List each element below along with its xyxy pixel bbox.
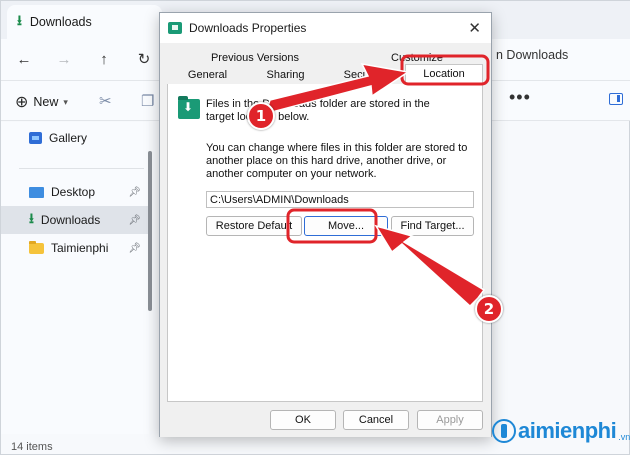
watermark-suffix: .vn [618,432,630,442]
gallery-icon [29,132,42,144]
sidebar-item-desktop[interactable]: Desktop 📌︎ [1,178,149,206]
plus-icon: ⊕ [15,94,29,111]
sidebar-item-label: Downloads [40,213,101,227]
taimienphi-logo-icon [492,419,516,443]
location-path-field[interactable] [206,191,474,208]
sidebar-divider [19,168,144,169]
sidebar-item-label: Gallery [49,131,88,145]
back-arrow-icon[interactable]: ← [11,47,37,73]
desktop-icon [29,186,44,198]
new-button[interactable]: ⊕ New ▾ [15,92,68,112]
folder-icon [29,240,44,254]
location-tab-panel: Files in the Downloads folder are stored… [167,84,483,402]
tab-general[interactable]: General [170,67,245,84]
new-button-label: New [33,95,59,109]
move-button[interactable]: Move... [304,216,388,236]
location-info-text: Files in the Downloads folder are stored… [206,98,430,123]
tab-location[interactable]: Location [405,64,483,84]
status-item-count: 14 items [11,441,53,453]
folder-icon [168,22,182,34]
explorer-tab[interactable]: ⭳ Downloads [7,5,162,39]
properties-dialog: Downloads Properties ✕ Previous Versions… [159,12,492,437]
chevron-down-icon: ▾ [63,96,68,107]
tab-security[interactable]: Security [326,67,401,84]
sidebar-item-gallery[interactable]: Gallery [1,124,149,152]
close-icon[interactable]: ✕ [468,19,481,37]
pin-icon[interactable]: 📌︎ [128,187,141,198]
tab-sharing[interactable]: Sharing [248,67,323,84]
ok-button[interactable]: OK [270,410,336,430]
refresh-icon[interactable]: ↻ [131,47,157,73]
download-icon: ⭳ [17,12,22,28]
cut-icon[interactable]: ✂ [99,92,112,110]
navigation-pane: Gallery Desktop 📌︎ ⭳ Downloads 📌︎ Taimie… [1,122,149,434]
restore-default-button[interactable]: Restore Default [206,216,302,236]
forward-arrow-icon[interactable]: → [51,47,77,73]
dialog-title: Downloads Properties [189,21,307,35]
step-1-badge: 1 [247,102,275,130]
watermark-text: aimienphi [518,418,617,443]
tab-previous-versions[interactable]: Previous Versions [170,50,340,67]
pin-icon[interactable]: 📌︎ [128,243,141,254]
details-pane-icon[interactable] [609,93,623,105]
step-2-badge: 2 [475,295,503,323]
pin-icon[interactable]: 📌︎ [128,215,141,226]
sidebar-scrollbar[interactable] [148,151,152,311]
copy-icon[interactable]: ❐ [141,92,154,110]
sidebar-item-downloads[interactable]: ⭳ Downloads 📌︎ [1,206,149,234]
downloads-folder-icon [178,96,200,119]
cancel-button[interactable]: Cancel [343,410,409,430]
taimienphi-watermark: aimienphi .vn [492,418,630,444]
sidebar-item-label: Desktop [51,185,96,199]
dialog-titlebar: Downloads Properties ✕ [160,13,491,43]
dialog-footer: OK Cancel Apply [160,409,491,437]
more-dots-icon[interactable]: ••• [509,87,531,108]
location-description: You can change where files in this folde… [206,142,468,180]
find-target-button[interactable]: Find Target... [391,216,474,236]
up-arrow-icon[interactable]: ↑ [91,47,117,73]
address-bar-text[interactable]: n Downloads [496,48,568,62]
download-icon: ⭳ [29,210,34,226]
apply-button[interactable]: Apply [417,410,483,430]
sidebar-item-taimienphi[interactable]: Taimienphi 📌︎ [1,234,149,262]
explorer-tab-title: Downloads [29,15,92,29]
sidebar-item-label: Taimienphi [51,241,109,255]
